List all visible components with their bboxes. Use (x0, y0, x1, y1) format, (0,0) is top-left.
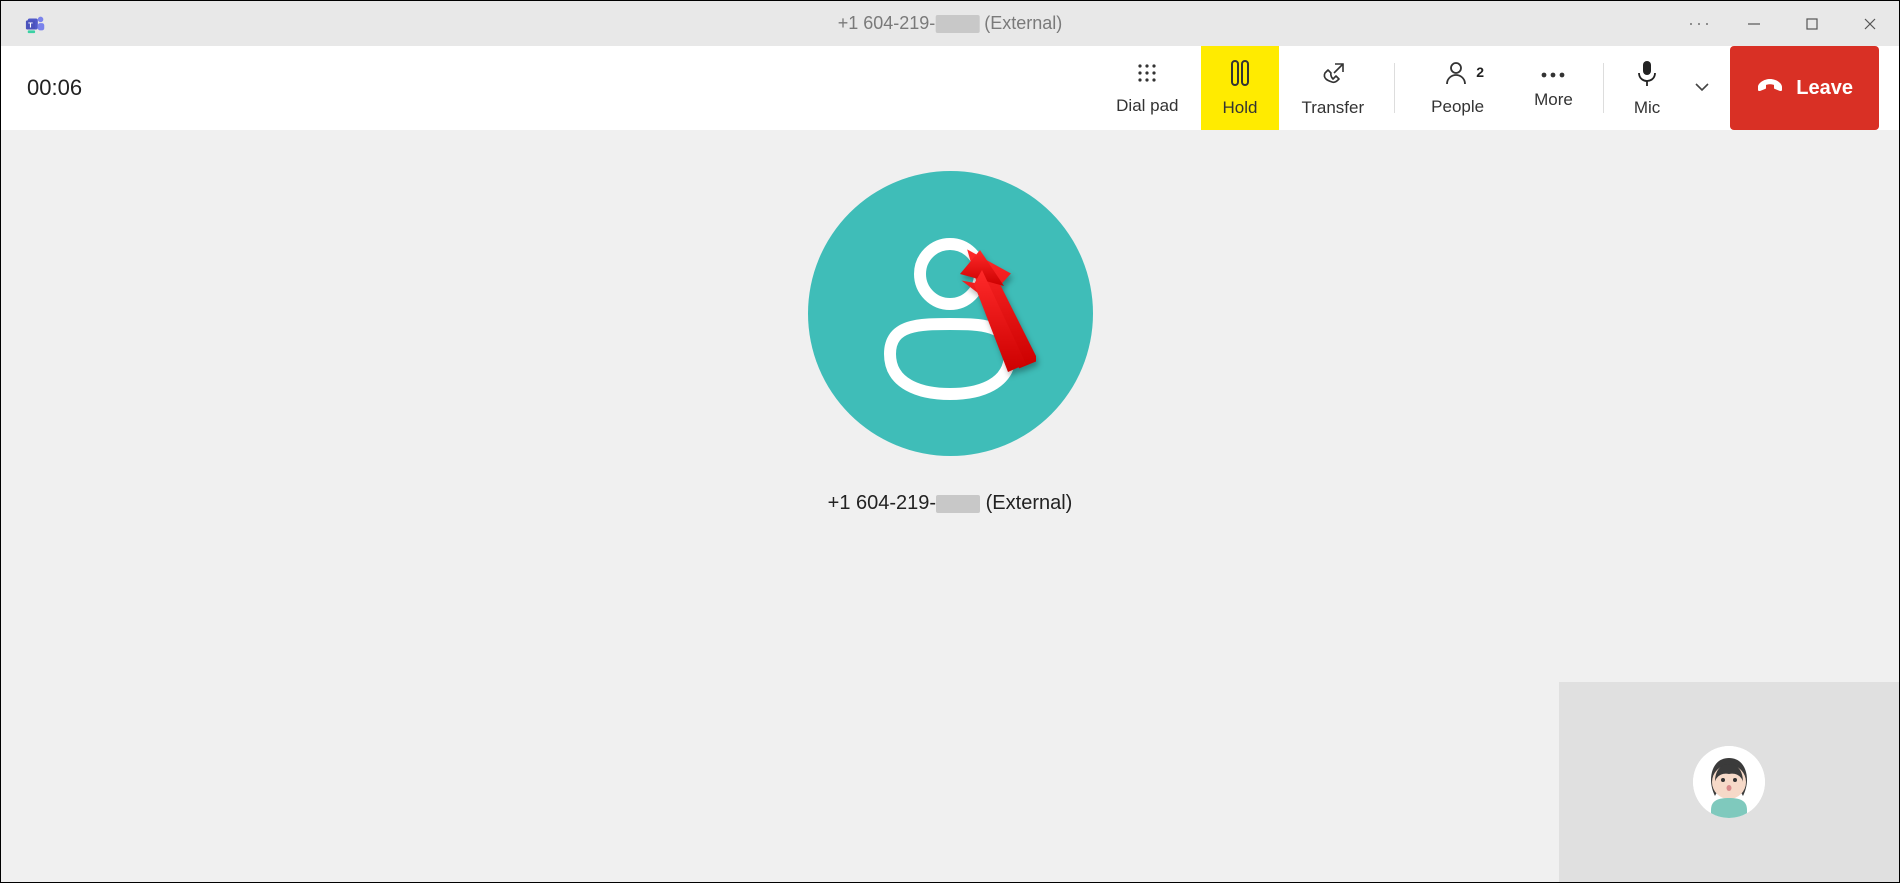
svg-text:T: T (28, 20, 33, 29)
title-phone-redacted (935, 15, 979, 33)
chevron-down-icon (1694, 79, 1710, 97)
caller-display-name: +1 604-219- (External) (828, 492, 1073, 515)
call-timer: 00:06 (27, 75, 82, 101)
dialpad-label: Dial pad (1116, 96, 1178, 116)
hold-icon (1228, 59, 1252, 92)
caller-suffix: (External) (980, 492, 1072, 514)
leave-label: Leave (1796, 77, 1853, 100)
toolbar-separator (1394, 63, 1395, 113)
toolbar-separator-2 (1603, 63, 1604, 113)
window-controls: ··· (1675, 1, 1899, 46)
dialpad-button[interactable]: Dial pad (1094, 46, 1200, 130)
titlebar: T +1 604-219- (External) ··· (1, 1, 1899, 46)
call-window: T +1 604-219- (External) ··· 00:06 (0, 0, 1900, 883)
people-button[interactable]: 2 People (1403, 46, 1512, 130)
self-video-thumbnail[interactable] (1559, 682, 1899, 882)
title-suffix: (External) (979, 13, 1062, 33)
hold-button[interactable]: Hold (1201, 46, 1280, 130)
more-icon (1539, 66, 1567, 84)
teams-app-icon: T (25, 13, 47, 35)
person-icon (870, 224, 1030, 404)
hold-label: Hold (1223, 98, 1258, 118)
window-title: +1 604-219- (External) (838, 13, 1063, 34)
caller-phone-prefix: +1 604-219- (828, 492, 936, 514)
settings-menu-button[interactable]: ··· (1675, 1, 1725, 46)
mic-label: Mic (1634, 98, 1660, 118)
people-label: People (1431, 97, 1484, 117)
leave-button[interactable]: Leave (1730, 46, 1879, 130)
transfer-icon (1319, 59, 1347, 92)
title-phone-prefix: +1 604-219- (838, 13, 936, 33)
dialpad-icon (1135, 61, 1159, 90)
hangup-icon (1756, 75, 1796, 101)
maximize-button[interactable] (1783, 1, 1841, 46)
minimize-button[interactable] (1725, 1, 1783, 46)
transfer-button[interactable]: Transfer (1279, 46, 1386, 130)
more-label: More (1534, 90, 1573, 110)
people-icon (1445, 60, 1471, 91)
caller-phone-redacted (936, 495, 980, 513)
mic-options-chevron[interactable] (1682, 46, 1722, 130)
transfer-label: Transfer (1301, 98, 1364, 118)
more-button[interactable]: More (1512, 46, 1595, 130)
people-count: 2 (1476, 64, 1484, 80)
close-button[interactable] (1841, 1, 1899, 46)
call-stage: +1 604-219- (External) (1, 131, 1899, 882)
caller-avatar (808, 171, 1093, 456)
mic-button[interactable]: Mic (1612, 46, 1682, 130)
toolbar-buttons: Dial pad Hold (1094, 46, 1899, 130)
self-avatar (1693, 746, 1765, 818)
self-avatar-icon (1693, 746, 1765, 818)
mic-icon (1635, 59, 1659, 92)
call-toolbar: 00:06 Dial pad (1, 46, 1899, 131)
